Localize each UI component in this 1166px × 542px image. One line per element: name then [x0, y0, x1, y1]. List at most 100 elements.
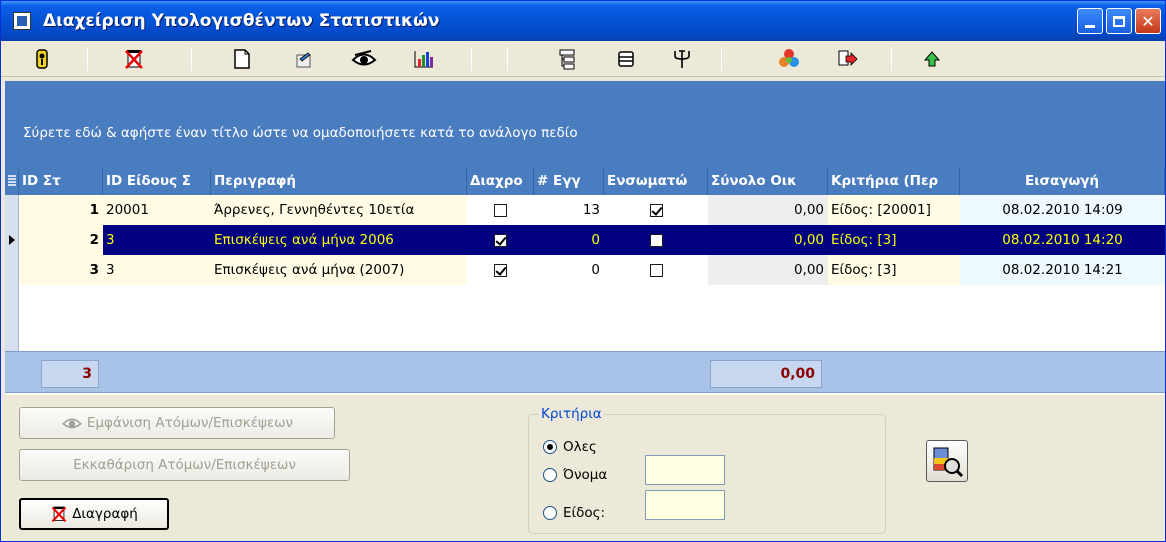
- toolbar-separator: [721, 47, 722, 71]
- tree-icon[interactable]: [554, 46, 580, 72]
- window-controls: ✕: [1077, 8, 1161, 34]
- new-document-icon[interactable]: [229, 46, 255, 72]
- app-icon: [13, 12, 31, 30]
- radio-name-control[interactable]: [543, 468, 557, 482]
- cell-total: 0,00: [793, 232, 824, 248]
- key-icon[interactable]: [29, 46, 55, 72]
- radio-all-label: Ολες: [563, 439, 597, 455]
- cell-id: 2: [19, 225, 103, 255]
- radio-name[interactable]: Όνομα: [543, 467, 607, 483]
- column-header-type-id[interactable]: ID Είδους Σ: [103, 167, 211, 195]
- checkbox-diachr[interactable]: [494, 203, 507, 217]
- empty-row-indicator: [5, 285, 19, 351]
- cell-count: 13: [582, 202, 600, 218]
- toolbar-separator: [87, 47, 88, 71]
- search-database-icon: [933, 447, 964, 478]
- type-input[interactable]: [645, 490, 725, 520]
- radio-type[interactable]: Είδος:: [543, 505, 605, 521]
- cell-type-id: 20001: [103, 195, 211, 225]
- row-indicator[interactable]: [5, 255, 19, 285]
- maximize-icon: [1113, 15, 1125, 27]
- group-by-panel[interactable]: Σύρετε εδώ & αφήστε έναν τίτλο ώστε να ο…: [5, 81, 1165, 167]
- current-row-icon: [9, 235, 15, 245]
- checkbox-embedded[interactable]: [649, 263, 663, 277]
- column-chooser-icon[interactable]: [5, 167, 19, 195]
- cell-criteria: Είδος: [3]: [828, 255, 960, 285]
- toolbar-separator: [191, 47, 192, 71]
- maximize-button[interactable]: [1106, 8, 1132, 34]
- show-people-button[interactable]: Εμφάνιση Ατόμων/Επισκέψεων: [19, 407, 335, 439]
- search-button[interactable]: [926, 440, 968, 482]
- column-header-id[interactable]: ID Στ: [19, 167, 103, 195]
- radio-all-control[interactable]: [543, 440, 557, 454]
- column-header-inserted[interactable]: Εισαγωγή: [960, 167, 1165, 195]
- list-icon[interactable]: [613, 46, 639, 72]
- radio-type-label: Είδος:: [563, 505, 606, 521]
- group-by-hint: Σύρετε εδώ & αφήστε έναν τίτλο ώστε να ο…: [23, 125, 578, 141]
- toolbar: [1, 41, 1165, 77]
- criteria-group: Κριτήρια Ολες Όνομα Είδος:: [528, 406, 886, 534]
- cell-description: Επισκέψεις ανά μήνα 2006: [214, 232, 394, 248]
- grid-footer: 3 0,00: [5, 351, 1165, 393]
- cell-embedded: [604, 195, 708, 225]
- up-arrow-icon[interactable]: [919, 46, 945, 72]
- cell-description: Άρρενες, Γεννηθέντες 10ετία: [211, 195, 467, 225]
- cell-inserted: 08.02.2010 14:21: [960, 255, 1165, 285]
- cell-description: Επισκέψεις ανά μήνα (2007): [211, 255, 467, 285]
- cell-id: 3: [19, 255, 103, 285]
- cell-embedded: [604, 255, 708, 285]
- toolbar-separator: [471, 47, 472, 71]
- row-indicator[interactable]: [5, 225, 19, 255]
- table-row[interactable]: 3 3 Επισκέψεις ανά μήνα (2007) 0 0,00 Εί…: [5, 255, 1165, 285]
- radio-name-label: Όνομα: [563, 467, 608, 483]
- cell-type-id: 3: [103, 255, 211, 285]
- toolbar-separator: [891, 47, 892, 71]
- clear-people-label: Εκκαθάριση Ατόμων/Επισκέψεων: [73, 457, 296, 473]
- cell-count: 0: [591, 232, 600, 248]
- cell-criteria: Είδος: [3]: [831, 232, 897, 248]
- show-people-label: Εμφάνιση Ατόμων/Επισκέψεων: [86, 415, 294, 431]
- column-header-count[interactable]: # Εγγ: [534, 167, 604, 195]
- view-eye-icon: [61, 418, 82, 429]
- close-button[interactable]: ✕: [1135, 8, 1161, 34]
- minimize-icon: [1085, 24, 1095, 28]
- view-eye-icon[interactable]: [351, 46, 377, 72]
- filter-icon[interactable]: [669, 46, 695, 72]
- cell-count: 0: [591, 262, 600, 278]
- column-header-criteria[interactable]: Κριτήρια (Περ: [828, 167, 960, 195]
- name-input[interactable]: [645, 455, 725, 485]
- cell-diachr: [467, 255, 534, 285]
- cell-total: 0,00: [708, 255, 828, 285]
- column-header-diachr[interactable]: Διαχρο: [467, 167, 534, 195]
- cell-type-id: 3: [106, 232, 115, 248]
- radio-all[interactable]: Ολες: [543, 439, 597, 455]
- checkbox-embedded[interactable]: [649, 233, 663, 247]
- cell-embedded: [604, 225, 708, 255]
- footer-total: 0,00: [710, 360, 822, 388]
- export-icon[interactable]: [835, 46, 861, 72]
- row-indicator[interactable]: [5, 195, 19, 225]
- clear-people-button[interactable]: Εκκαθάριση Ατόμων/Επισκέψεων: [19, 449, 350, 481]
- column-header-description[interactable]: Περιγραφή: [211, 167, 467, 195]
- column-header-total[interactable]: Σύνολο Οικ: [708, 167, 828, 195]
- delete-icon[interactable]: [121, 46, 147, 72]
- checkbox-embedded[interactable]: [649, 203, 663, 217]
- checkbox-diachr[interactable]: [494, 263, 507, 277]
- delete-button[interactable]: Διαγραφή: [19, 498, 169, 530]
- window-title: Διαχείριση Υπολογισθέντων Στατιστικών: [43, 11, 440, 31]
- palette-icon[interactable]: [776, 46, 802, 72]
- title-bar[interactable]: Διαχείριση Υπολογισθέντων Στατιστικών ✕: [1, 1, 1165, 41]
- table-row[interactable]: 1 20001 Άρρενες, Γεννηθέντες 10ετία 13 0…: [5, 195, 1165, 225]
- close-icon: ✕: [1141, 11, 1155, 31]
- column-header-embedded[interactable]: Ενσωματώ: [604, 167, 708, 195]
- radio-type-control[interactable]: [543, 506, 557, 520]
- chart-icon[interactable]: [411, 46, 437, 72]
- table-row-selected[interactable]: 2 3 Επισκέψεις ανά μήνα 2006 0 0,00 Είδο…: [5, 225, 1165, 255]
- cell-criteria: Είδος: [20001]: [828, 195, 960, 225]
- delete-label: Διαγραφή: [72, 506, 138, 522]
- edit-icon[interactable]: [291, 46, 317, 72]
- cell-diachr: [467, 195, 534, 225]
- checkbox-diachr[interactable]: [494, 233, 507, 247]
- cell-inserted: 08.02.2010 14:20: [1002, 232, 1123, 248]
- minimize-button[interactable]: [1077, 8, 1103, 34]
